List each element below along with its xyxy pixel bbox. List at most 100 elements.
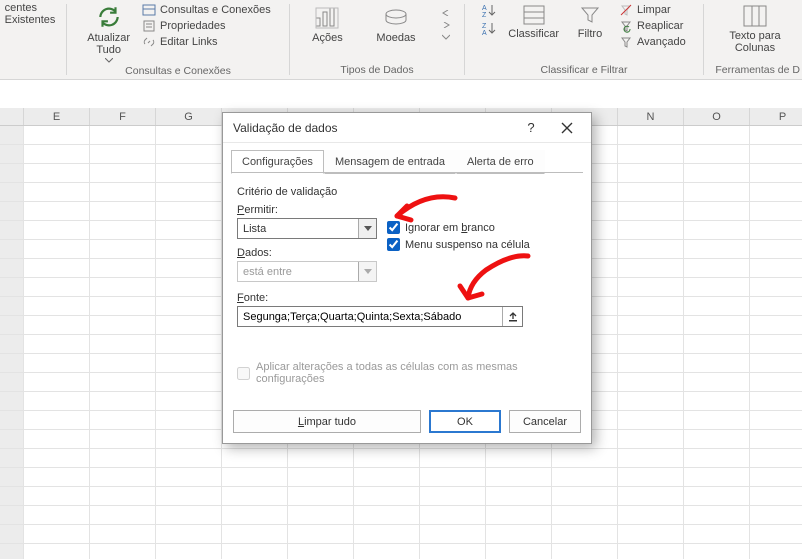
- cell[interactable]: [684, 468, 750, 487]
- cell[interactable]: [486, 468, 552, 487]
- cell[interactable]: [90, 202, 156, 221]
- cell[interactable]: [618, 525, 684, 544]
- cell[interactable]: [750, 278, 802, 297]
- properties-button[interactable]: Propriedades: [140, 18, 273, 34]
- cell[interactable]: [552, 487, 618, 506]
- acoes-button[interactable]: Ações: [304, 4, 350, 46]
- cell[interactable]: [552, 544, 618, 559]
- cell[interactable]: [90, 468, 156, 487]
- cell[interactable]: [24, 183, 90, 202]
- cell[interactable]: [750, 297, 802, 316]
- cell[interactable]: [90, 183, 156, 202]
- cell[interactable]: [90, 373, 156, 392]
- cell[interactable]: [750, 373, 802, 392]
- cell[interactable]: [618, 183, 684, 202]
- cell[interactable]: [24, 506, 90, 525]
- permitir-combo[interactable]: Lista: [237, 218, 377, 239]
- cell[interactable]: [750, 392, 802, 411]
- cell[interactable]: [552, 449, 618, 468]
- cell[interactable]: [618, 544, 684, 559]
- cell[interactable]: [684, 373, 750, 392]
- cell[interactable]: [90, 430, 156, 449]
- cell[interactable]: [618, 468, 684, 487]
- cell[interactable]: [24, 487, 90, 506]
- cell[interactable]: [156, 297, 222, 316]
- cell[interactable]: [618, 240, 684, 259]
- tab-configuracoes[interactable]: Configurações: [231, 150, 324, 174]
- cell[interactable]: [354, 506, 420, 525]
- cell[interactable]: [684, 506, 750, 525]
- cell[interactable]: [90, 411, 156, 430]
- cell[interactable]: [156, 240, 222, 259]
- cell[interactable]: [24, 316, 90, 335]
- cell[interactable]: [420, 544, 486, 559]
- close-button[interactable]: [549, 114, 585, 142]
- cell[interactable]: [684, 145, 750, 164]
- cell[interactable]: [90, 259, 156, 278]
- chevron-right-icon[interactable]: [442, 22, 450, 28]
- cell[interactable]: [684, 411, 750, 430]
- cell[interactable]: [618, 392, 684, 411]
- cell[interactable]: [684, 525, 750, 544]
- cell[interactable]: [684, 297, 750, 316]
- cell[interactable]: [288, 506, 354, 525]
- cell[interactable]: [156, 392, 222, 411]
- col-header[interactable]: G: [156, 108, 222, 125]
- cell[interactable]: [90, 240, 156, 259]
- cell[interactable]: [684, 259, 750, 278]
- cell[interactable]: [750, 164, 802, 183]
- cell[interactable]: [156, 316, 222, 335]
- cell[interactable]: [24, 468, 90, 487]
- cell[interactable]: [156, 449, 222, 468]
- cell[interactable]: [618, 335, 684, 354]
- cell[interactable]: [354, 449, 420, 468]
- cell[interactable]: [24, 335, 90, 354]
- cell[interactable]: [618, 202, 684, 221]
- col-header[interactable]: P: [750, 108, 802, 125]
- moedas-button[interactable]: Moedas: [372, 4, 419, 46]
- cell[interactable]: [24, 259, 90, 278]
- cell[interactable]: [90, 525, 156, 544]
- cell[interactable]: [420, 449, 486, 468]
- cell[interactable]: [750, 506, 802, 525]
- cell[interactable]: [24, 525, 90, 544]
- cell[interactable]: [552, 506, 618, 525]
- cell[interactable]: [420, 487, 486, 506]
- cell[interactable]: [750, 544, 802, 559]
- cell[interactable]: [618, 316, 684, 335]
- cell[interactable]: [156, 430, 222, 449]
- cell[interactable]: [24, 297, 90, 316]
- cell[interactable]: [288, 544, 354, 559]
- cell[interactable]: [156, 373, 222, 392]
- cell[interactable]: [222, 544, 288, 559]
- cell[interactable]: [354, 487, 420, 506]
- chevron-down-icon[interactable]: [358, 219, 376, 238]
- cell[interactable]: [222, 487, 288, 506]
- cell[interactable]: [684, 278, 750, 297]
- cell[interactable]: [684, 392, 750, 411]
- cell[interactable]: [618, 221, 684, 240]
- sort-za-button[interactable]: ZA: [480, 20, 500, 38]
- cell[interactable]: [156, 487, 222, 506]
- tab-mensagem[interactable]: Mensagem de entrada: [324, 150, 456, 174]
- cell[interactable]: [156, 126, 222, 145]
- cell[interactable]: [750, 240, 802, 259]
- texto-para-colunas-button[interactable]: Texto para Colunas: [725, 2, 784, 56]
- cell[interactable]: [156, 468, 222, 487]
- cell[interactable]: [156, 278, 222, 297]
- col-header[interactable]: F: [90, 108, 156, 125]
- cell[interactable]: [222, 449, 288, 468]
- cell[interactable]: [750, 449, 802, 468]
- filtro-button[interactable]: Filtro: [567, 2, 613, 42]
- cell[interactable]: [156, 221, 222, 240]
- cell[interactable]: [684, 183, 750, 202]
- cell[interactable]: [684, 164, 750, 183]
- cell[interactable]: [354, 468, 420, 487]
- cell[interactable]: [684, 487, 750, 506]
- cell[interactable]: [90, 487, 156, 506]
- fonte-input[interactable]: [237, 306, 523, 327]
- cell[interactable]: [288, 525, 354, 544]
- cell[interactable]: [618, 297, 684, 316]
- cell[interactable]: [156, 183, 222, 202]
- cell[interactable]: [156, 259, 222, 278]
